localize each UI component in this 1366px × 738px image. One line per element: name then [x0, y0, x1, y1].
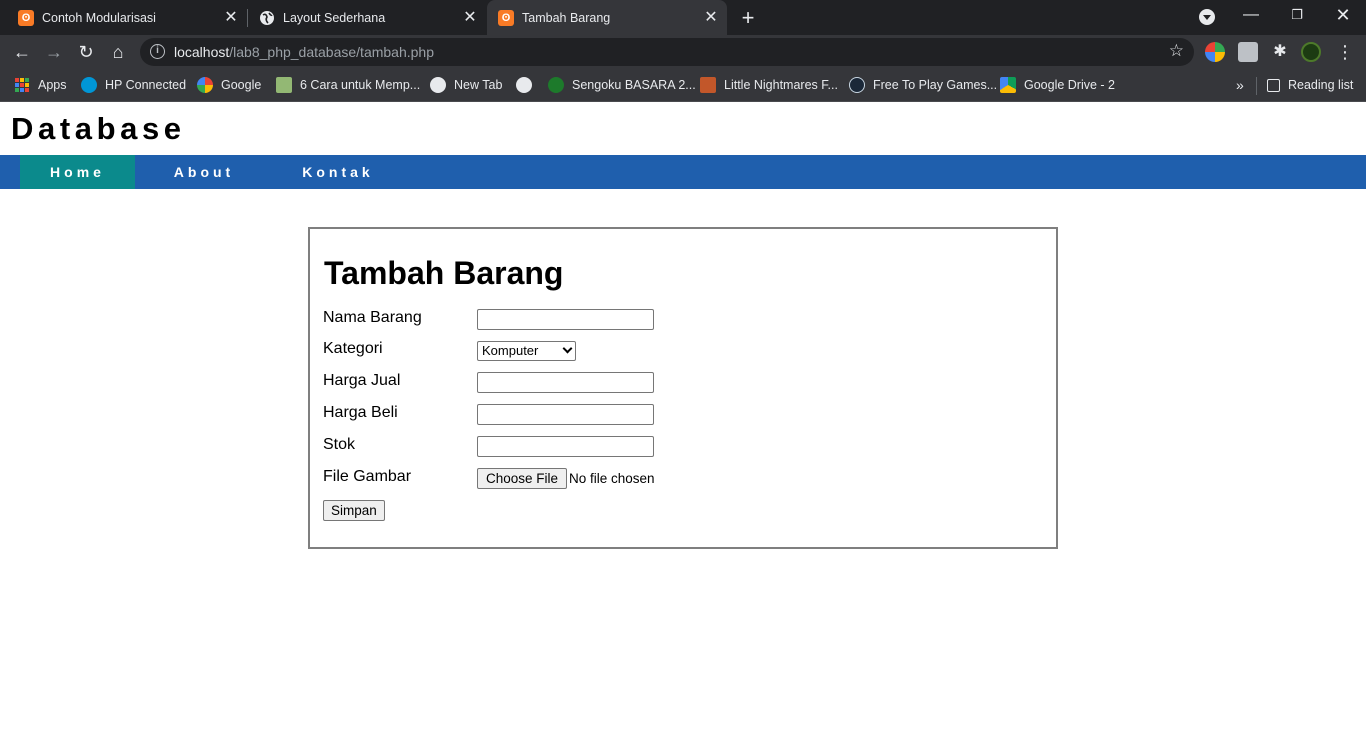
kategori-selected-value: Komputer: [482, 343, 539, 358]
address-url: localhost/lab8_php_database/tambah.php: [174, 44, 434, 60]
xampp-icon: ʘ: [18, 9, 34, 26]
restore-icon[interactable]: ❐: [1274, 0, 1320, 35]
form-heading: Tambah Barang: [324, 255, 564, 291]
address-bar[interactable]: i localhost/lab8_php_database/tambah.php…: [140, 38, 1194, 66]
site-title: Database: [11, 111, 186, 146]
hp-icon: [81, 77, 97, 93]
chevron-down-icon: [562, 343, 573, 354]
window-close-icon[interactable]: ✕: [1320, 0, 1366, 35]
file-gambar-label: File Gambar: [323, 468, 412, 485]
game-icon: [548, 77, 564, 93]
steam-icon: [849, 77, 865, 93]
apps-grid-icon: [15, 78, 29, 92]
bookmark-little-nightmares[interactable]: Little Nightmares F...: [700, 76, 838, 94]
simpan-button[interactable]: Simpan: [323, 500, 385, 521]
bookmark-hp-connected[interactable]: HP Connected: [81, 76, 186, 94]
stok-input[interactable]: [477, 436, 654, 457]
globe-icon: [516, 77, 532, 93]
harga-beli-label: Harga Beli: [323, 404, 398, 421]
tab-strip: ʘ Contoh Modularisasi ✕ Layout Sederhana…: [0, 0, 1366, 35]
nama-barang-input[interactable]: [477, 309, 654, 330]
main-nav: Home About Kontak: [0, 155, 1366, 189]
wikihow-icon: [276, 77, 292, 93]
kategori-select[interactable]: Komputer: [477, 341, 576, 361]
nav-kontak[interactable]: Kontak: [274, 155, 402, 189]
tab-search-icon[interactable]: [1199, 9, 1215, 25]
choose-file-button[interactable]: Choose File: [477, 468, 568, 489]
bookmark-google[interactable]: Google: [197, 76, 261, 94]
bookmark-sengoku-basara[interactable]: Sengoku BASARA 2...: [548, 76, 696, 94]
harga-beli-input[interactable]: [477, 404, 654, 425]
profile-avatar[interactable]: [1301, 42, 1321, 62]
extension-tab-icon[interactable]: [1238, 42, 1258, 62]
bookmarks-overflow-icon[interactable]: »: [1236, 76, 1244, 94]
bookmark-new-tab[interactable]: New Tab: [430, 76, 502, 94]
bookmark-star-icon[interactable]: ☆: [1169, 41, 1184, 61]
forward-icon[interactable]: →: [42, 40, 66, 64]
reload-icon[interactable]: ↻: [74, 40, 98, 64]
bookmarks-bar: Apps HP Connected Google 6 Cara untuk Me…: [0, 69, 1366, 102]
bookmark-google-drive[interactable]: Google Drive - 2: [1000, 76, 1115, 94]
tab-title: Layout Sederhana: [283, 10, 386, 25]
new-tab-icon[interactable]: +: [737, 7, 759, 29]
kategori-label: Kategori: [323, 340, 383, 357]
back-icon[interactable]: ←: [10, 40, 34, 64]
xampp-icon: ʘ: [498, 9, 514, 26]
file-status-text: No file chosen: [569, 471, 655, 486]
close-icon[interactable]: ✕: [462, 10, 478, 26]
folder-game-icon: [700, 77, 716, 93]
tambah-barang-form: Tambah Barang Nama Barang Kategori Kompu…: [308, 227, 1058, 549]
tab-title: Contoh Modularisasi: [42, 10, 156, 25]
tab-tambah-barang[interactable]: ʘ Tambah Barang ✕: [487, 0, 727, 35]
bookmark-free-to-play[interactable]: Free To Play Games...: [849, 76, 997, 94]
google-drive-icon: [1000, 77, 1016, 93]
extension-globe-icon[interactable]: [1205, 42, 1225, 62]
harga-jual-input[interactable]: [477, 372, 654, 393]
reading-list-icon: [1267, 78, 1280, 92]
harga-jual-label: Harga Jual: [323, 372, 401, 389]
globe-icon: [260, 10, 274, 25]
bookmark-6-cara[interactable]: 6 Cara untuk Memp...: [276, 76, 420, 94]
menu-kebab-icon[interactable]: ⋮: [1333, 40, 1357, 64]
google-icon: [197, 77, 213, 93]
tab-title: Tambah Barang: [522, 10, 611, 25]
site-info-icon[interactable]: i: [150, 44, 165, 59]
bookmark-apps[interactable]: Apps: [15, 76, 67, 94]
browser-toolbar: ← → ↻ ⌂ i localhost/lab8_php_database/ta…: [0, 35, 1366, 69]
nama-barang-label: Nama Barang: [323, 309, 422, 326]
nav-home[interactable]: Home: [20, 155, 135, 189]
extensions-puzzle-icon[interactable]: ✱: [1268, 40, 1292, 64]
minimize-icon[interactable]: —: [1228, 0, 1274, 35]
page-content: Database Home About Kontak Tambah Barang…: [0, 103, 1366, 738]
bookmark-globe[interactable]: [516, 76, 540, 94]
globe-icon: [430, 77, 446, 93]
reading-list-button[interactable]: Reading list: [1267, 76, 1353, 94]
tab-contoh-modularisasi[interactable]: ʘ Contoh Modularisasi ✕: [0, 0, 247, 35]
nav-about[interactable]: About: [145, 155, 263, 189]
close-icon[interactable]: ✕: [703, 10, 719, 26]
stok-label: Stok: [323, 436, 356, 453]
close-icon[interactable]: ✕: [223, 10, 239, 26]
bookmarks-divider: [1256, 77, 1257, 95]
home-icon[interactable]: ⌂: [106, 40, 130, 64]
tab-layout-sederhana[interactable]: Layout Sederhana ✕: [248, 0, 486, 35]
